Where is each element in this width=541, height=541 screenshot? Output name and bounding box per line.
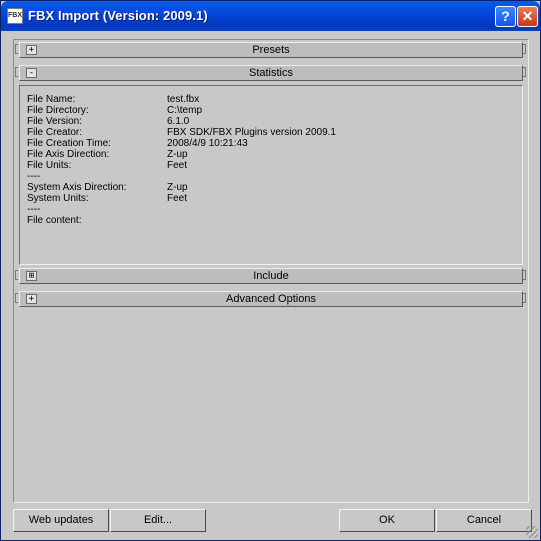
cancel-button[interactable]: Cancel (436, 509, 532, 532)
statistics-key: File Directory: (27, 105, 89, 116)
rollout-bracket-right (523, 44, 526, 54)
statistics-value: Z-up (167, 149, 188, 160)
rollout-bracket-left (15, 293, 18, 303)
rollout-presets-label: Presets (252, 44, 290, 56)
statistics-key: File Creator: (27, 127, 83, 138)
resize-grip-icon[interactable] (526, 526, 538, 538)
rollout-bracket-right (523, 270, 526, 280)
statistics-key: ---- (27, 204, 41, 215)
statistics-value: Z-up (167, 182, 188, 193)
rollout-statistics[interactable]: - Statistics (19, 65, 523, 81)
help-button[interactable]: ? (495, 6, 516, 27)
rollout-include[interactable]: ⊞ Include (19, 268, 523, 284)
statistics-key: ---- (27, 171, 41, 182)
statistics-key: System Units: (27, 193, 89, 204)
statistics-key: File content: (27, 215, 82, 226)
rollout-advanced-options[interactable]: + Advanced Options (19, 291, 523, 307)
statistics-value: test.fbx (167, 94, 200, 105)
statistics-value: Feet (167, 160, 188, 171)
ok-button[interactable]: OK (339, 509, 435, 532)
fbx-app-icon: FBX (7, 8, 23, 24)
statistics-key: File Axis Direction: (27, 149, 110, 160)
close-button[interactable]: ✕ (517, 6, 538, 27)
statistics-value: C:\temp (167, 105, 203, 116)
statistics-value: Feet (167, 193, 188, 204)
window-title: FBX Import (Version: 2009.1) (28, 8, 208, 23)
rollout-include-label: Include (253, 270, 289, 282)
title-bar[interactable]: FBX FBX Import (Version: 2009.1) ? ✕ (1, 1, 540, 31)
web-updates-button[interactable]: Web updates (13, 509, 109, 532)
rollout-bracket-right (523, 293, 526, 303)
rollout-advanced-options-label: Advanced Options (226, 293, 316, 305)
rollout-bracket-left (15, 67, 18, 77)
rollout-bracket-left (15, 270, 18, 280)
rollout-statistics-label: Statistics (248, 67, 293, 79)
statistics-key: File Creation Time: (27, 138, 111, 149)
statistics-key: File Name: (27, 94, 76, 105)
rollout-bracket-left (15, 44, 18, 54)
statistics-key: File Version: (27, 116, 83, 127)
statistics-panel (19, 85, 523, 265)
statistics-value: 2008/4/9 10:21:43 (167, 138, 248, 149)
statistics-value: FBX SDK/FBX Plugins version 2009.1 (167, 127, 336, 138)
fbx-import-window: FBX FBX Import (Version: 2009.1) ? ✕ + P… (0, 0, 541, 541)
statistics-value: 6.1.0 (167, 116, 190, 127)
statistics-key: File Units: (27, 160, 72, 171)
edit-button[interactable]: Edit... (110, 509, 206, 532)
rollout-bracket-right (523, 67, 526, 77)
statistics-key: System Axis Direction: (27, 182, 127, 193)
rollout-presets[interactable]: + Presets (19, 42, 523, 58)
dialog-client-area: + Presets - Statistics File Name: test.fb… (5, 31, 536, 538)
